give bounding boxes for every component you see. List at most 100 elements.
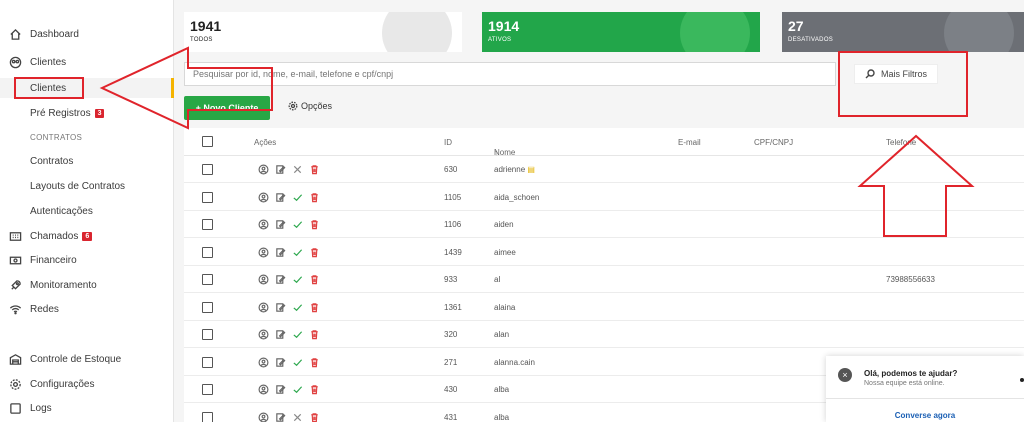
row-checkbox[interactable] [202,164,213,175]
sidebar-item-layouts[interactable]: Layouts de Contratos [0,176,174,196]
edit-icon[interactable] [275,329,286,342]
table-row[interactable]: 933 al 73988556633 [184,266,1024,293]
sidebar-item-label: Logs [30,402,52,414]
view-user-icon[interactable] [258,219,269,232]
col-id[interactable]: ID [444,138,452,147]
view-user-icon[interactable] [258,357,269,370]
trash-icon[interactable] [309,357,320,370]
sidebar-item-configuracoes[interactable]: Configurações [0,374,174,394]
view-user-icon[interactable] [258,412,269,422]
view-user-icon[interactable] [258,302,269,315]
trash-icon[interactable] [309,192,320,205]
edit-icon[interactable] [275,247,286,260]
search-input[interactable] [184,62,836,86]
trash-icon[interactable] [309,274,320,287]
row-checkbox[interactable] [202,356,213,368]
sidebar-item-chamados[interactable]: Chamados 6 [0,226,174,246]
sidebar-item-dashboard[interactable]: Dashboard [0,24,174,44]
cell-name-text: alaina [494,302,516,312]
edit-icon[interactable] [275,164,286,177]
dot-icon [1020,378,1024,382]
activate-check-icon[interactable] [292,219,303,232]
trash-icon[interactable] [309,219,320,232]
cell-name: adrienne ▤ [494,165,535,174]
row-checkbox[interactable] [202,329,213,340]
trash-icon[interactable] [309,384,320,397]
cell-name: alaina [494,303,515,312]
deactivate-x-icon[interactable] [292,412,303,422]
options-button[interactable]: Opções [288,101,332,111]
trash-icon[interactable] [309,247,320,260]
select-all-checkbox[interactable] [202,136,213,147]
trash-icon[interactable] [309,302,320,315]
activate-check-icon[interactable] [292,329,303,342]
sidebar-item-monitoramento[interactable]: Monitoramento [0,275,174,295]
edit-icon[interactable] [275,384,286,397]
row-checkbox[interactable] [202,384,213,395]
sidebar-item-clientes-group[interactable]: Clientes [0,52,174,72]
table-row[interactable]: 1361 alaina [184,294,1024,321]
edit-icon[interactable] [275,357,286,370]
activate-check-icon[interactable] [292,384,303,397]
view-user-icon[interactable] [258,329,269,342]
view-user-icon[interactable] [258,164,269,177]
col-phone[interactable]: Telefone [886,138,916,147]
row-checkbox[interactable] [202,274,213,285]
activate-check-icon[interactable] [292,357,303,370]
view-user-icon[interactable] [258,192,269,205]
row-actions [258,274,320,287]
sidebar-item-contratos[interactable]: Contratos [0,151,174,171]
cell-id: 933 [444,275,458,284]
row-checkbox[interactable] [202,411,213,422]
table-row[interactable]: 320 alan [184,321,1024,348]
chat-cta-link[interactable]: Converse agora [826,411,1024,420]
edit-icon[interactable] [275,412,286,422]
sidebar-item-logs[interactable]: Logs [0,398,174,418]
row-checkbox[interactable] [202,219,213,230]
wifi-icon [8,302,22,316]
stat-label: ATIVOS [488,37,512,43]
stat-card-desativados[interactable]: 27 DESATIVADOS [782,12,1024,52]
activate-check-icon[interactable] [292,274,303,287]
cell-name-text: alba [494,385,510,394]
activate-check-icon[interactable] [292,192,303,205]
edit-icon[interactable] [275,274,286,287]
col-email[interactable]: E-mail [678,138,701,147]
trash-icon[interactable] [309,329,320,342]
sidebar-item-financeiro[interactable]: Financeiro [0,250,174,270]
edit-icon[interactable] [275,302,286,315]
view-user-icon[interactable] [258,384,269,397]
trash-icon[interactable] [309,164,320,177]
sidebar-item-autenticacoes[interactable]: Autenticações [0,201,174,221]
view-user-icon[interactable] [258,247,269,260]
sidebar-item-label: Pré Registros [30,107,91,119]
cell-name-text: alba [494,412,510,422]
activate-check-icon[interactable] [292,247,303,260]
stat-card-todos[interactable]: 1941 TODOS [184,12,462,52]
view-user-icon[interactable] [258,274,269,287]
cell-name: aimee [494,248,516,257]
edit-icon[interactable] [275,219,286,232]
deactivate-x-icon[interactable] [292,164,303,177]
stat-card-ativos[interactable]: 1914 ATIVOS [482,12,760,52]
row-checkbox[interactable] [202,246,213,258]
col-cpf[interactable]: CPF/CNPJ [754,138,793,147]
edit-icon[interactable] [275,192,286,205]
sidebar-item-pre-registros[interactable]: Pré Registros 3 [0,103,174,123]
cell-name: al [494,275,500,284]
row-checkbox[interactable] [202,301,213,313]
cell-name: aida_schoen [494,193,539,202]
table-row[interactable]: 1439 aimee [184,239,1024,266]
row-checkbox[interactable] [202,191,213,203]
table-row[interactable]: 630 adrienne ▤ [184,156,1024,183]
table-row[interactable]: 1106 aiden [184,211,1024,238]
sidebar-item-estoque[interactable]: Controle de Estoque [0,349,174,369]
trash-icon[interactable] [309,412,320,422]
activate-check-icon[interactable] [292,302,303,315]
close-icon[interactable]: × [838,368,852,382]
gear-icon [8,377,22,391]
new-client-button[interactable]: + Novo Cliente [184,96,270,120]
table-row[interactable]: 1105 aida_schoen [184,184,1024,211]
sidebar-item-redes[interactable]: Redes [0,299,174,319]
sidebar-item-label: Autenticações [30,205,93,217]
